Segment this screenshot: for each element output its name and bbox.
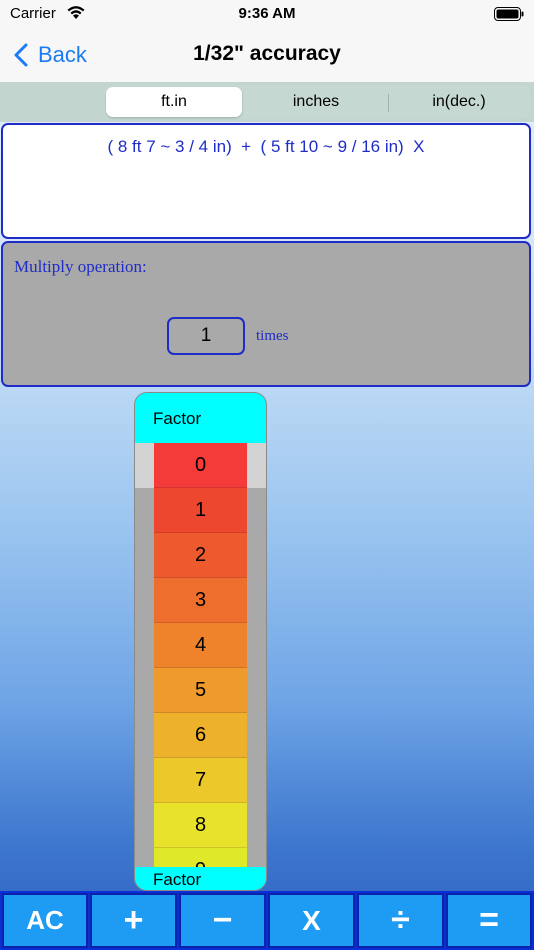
- status-bar: Carrier 9:36 AM: [0, 0, 534, 30]
- multiply-operation-label: Multiply operation:: [14, 257, 147, 276]
- segment-divider: [388, 94, 389, 112]
- factor-option-label: 9: [154, 848, 247, 867]
- subtract-button[interactable]: −: [179, 893, 266, 948]
- page-title: 1/32" accuracy: [193, 42, 341, 65]
- factor-option[interactable]: 5: [135, 668, 266, 713]
- factor-option[interactable]: 4: [135, 623, 266, 668]
- multiply-button[interactable]: X: [268, 893, 355, 948]
- factor-list[interactable]: 0123456789: [135, 443, 266, 867]
- operator-bar: AC + − X ÷ =: [0, 891, 534, 950]
- unit-selector-strip: ft.in inches in(dec.): [0, 82, 534, 122]
- factor-option-label: 4: [154, 623, 247, 668]
- clear-button[interactable]: AC: [2, 893, 88, 948]
- factor-option[interactable]: 6: [135, 713, 266, 758]
- factor-option[interactable]: 9: [135, 848, 266, 867]
- subtract-label: −: [212, 901, 233, 939]
- factor-option[interactable]: 3: [135, 578, 266, 623]
- segment-ft-in[interactable]: ft.in: [106, 87, 242, 117]
- factor-option-label: 6: [154, 713, 247, 758]
- times-input[interactable]: [167, 317, 245, 355]
- factor-option-label: 3: [154, 578, 247, 623]
- factor-option-label: 7: [154, 758, 247, 803]
- factor-header-label: Factor: [153, 409, 202, 428]
- factor-option[interactable]: 7: [135, 758, 266, 803]
- factor-footer-label: Factor: [153, 870, 202, 889]
- multiply-panel: Multiply operation: times: [1, 241, 531, 387]
- clear-label: AC: [26, 905, 64, 935]
- segment-inches[interactable]: inches: [246, 87, 386, 117]
- expression-text: ( 8 ft 7 ~ 3 / 4 in) + ( 5 ft 10 ~ 9 / 1…: [107, 137, 425, 156]
- equals-label: =: [479, 901, 499, 939]
- segment-in-dec[interactable]: in(dec.): [390, 87, 528, 117]
- factor-picker: Factor 0123456789 Factor: [134, 392, 267, 891]
- navigation-bar: Back 1/32" accuracy: [0, 30, 534, 82]
- expression-display: ( 8 ft 7 ~ 3 / 4 in) + ( 5 ft 10 ~ 9 / 1…: [1, 123, 531, 239]
- factor-option-label: 8: [154, 803, 247, 848]
- factor-option-label: 2: [154, 533, 247, 578]
- unit-segmented-control: ft.in inches in(dec.): [104, 85, 530, 119]
- factor-option[interactable]: 0: [135, 443, 266, 488]
- add-button[interactable]: +: [90, 893, 177, 948]
- factor-option[interactable]: 1: [135, 488, 266, 533]
- factor-option-label: 0: [154, 443, 247, 488]
- factor-option-label: 1: [154, 488, 247, 533]
- factor-option[interactable]: 8: [135, 803, 266, 848]
- multiply-label: X: [302, 904, 321, 936]
- add-label: +: [123, 901, 144, 939]
- divide-button[interactable]: ÷: [357, 893, 444, 948]
- divide-label: ÷: [391, 901, 410, 939]
- factor-footer: Factor: [135, 867, 266, 890]
- battery-icon: [494, 7, 524, 21]
- times-label: times: [256, 328, 289, 344]
- factor-option[interactable]: 2: [135, 533, 266, 578]
- factor-header: Factor: [135, 393, 266, 443]
- equals-button[interactable]: =: [446, 893, 532, 948]
- clock: 9:36 AM: [238, 5, 296, 22]
- factor-option-label: 5: [154, 668, 247, 713]
